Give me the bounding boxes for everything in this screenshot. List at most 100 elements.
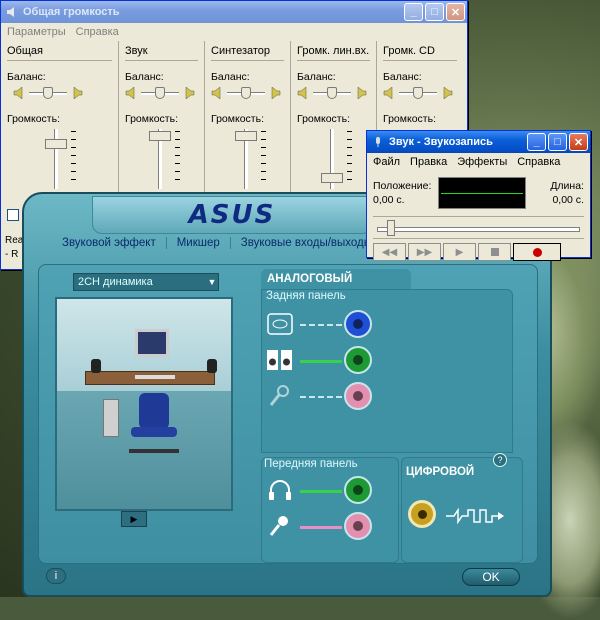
monitor-image [135, 329, 169, 357]
menu-parameters[interactable]: Параметры [7, 26, 66, 38]
balance-label: Баланс: [211, 71, 250, 83]
left-speaker-image [91, 359, 101, 373]
play-button[interactable]: ▶ [443, 243, 476, 261]
line-out-connector [300, 360, 342, 363]
balance-label: Баланс: [7, 71, 46, 83]
help-button[interactable]: ? [493, 453, 507, 467]
volume-slider[interactable] [43, 129, 76, 189]
digital-title: ЦИФРОВОЙ [406, 466, 475, 478]
left-speaker-icon [383, 87, 393, 99]
close-button[interactable]: ✕ [446, 3, 465, 21]
mic-jack-pink[interactable] [344, 382, 372, 410]
volume-title-bar[interactable]: Общая громкость _ □ ✕ [1, 1, 467, 23]
menu-bar: Файл Правка Эффекты Справка [367, 153, 590, 171]
balance-label: Баланс: [125, 71, 164, 83]
right-speaker-icon [73, 87, 83, 99]
digital-signal-icon [446, 507, 506, 527]
sound-recorder-window: Звук - Звукозапись _ □ ✕ Файл Правка Эфф… [366, 130, 591, 261]
close-button[interactable]: ✕ [569, 133, 588, 151]
volume-slider[interactable] [233, 129, 266, 189]
front-mic-connector [300, 526, 342, 529]
stop-button[interactable] [478, 243, 511, 261]
seek-slider[interactable] [373, 217, 584, 239]
column-header: Громк. CD [383, 45, 457, 61]
ok-label: OK [482, 570, 500, 584]
tab-bar: Звуковой эффект Микшер Звуковые входы/вы… [52, 232, 382, 254]
speakers-icon [266, 346, 294, 374]
length-value: 0,00 с. [552, 194, 584, 206]
balance-slider[interactable] [227, 87, 265, 99]
column-header: Звук [125, 45, 198, 61]
record-button[interactable] [513, 243, 561, 261]
right-speaker-icon [443, 87, 453, 99]
info-label: i [54, 570, 58, 582]
left-speaker-icon [13, 87, 23, 99]
column-header: Общая [7, 45, 112, 61]
position-readout: Положение: 0,00 с. [373, 175, 434, 207]
menu-edit[interactable]: Правка [410, 156, 447, 168]
speaker-config-dropdown[interactable]: 2CH динамика ▼ [73, 273, 219, 291]
recorder-title-bar[interactable]: Звук - Звукозапись _ □ ✕ [367, 131, 590, 153]
menu-help[interactable]: Справка [76, 26, 119, 38]
io-panel: АНАЛОГОВЫЙ Задняя панель Передняя панель… [261, 269, 531, 563]
waveform-display [438, 177, 527, 209]
volume-label: Громкость: [7, 113, 60, 125]
balance-label: Баланс: [383, 71, 422, 83]
mute-checkbox[interactable] [7, 209, 19, 221]
tab-mixer[interactable]: Микшер [167, 237, 231, 249]
left-speaker-icon [211, 87, 221, 99]
front-headphone-jack-green[interactable] [344, 476, 372, 504]
balance-slider[interactable] [399, 87, 437, 99]
main-panel: 2CH динамика ▼ ▶ АНАЛОГОВЫЙ Задняя панел… [38, 264, 538, 564]
balance-slider[interactable] [29, 87, 67, 99]
column-header: Громк. лин.вх. [297, 45, 370, 61]
seek-start-button[interactable]: ◀◀ [373, 243, 406, 261]
mic-connector [300, 396, 342, 399]
tab-sound-effect[interactable]: Звуковой эффект [52, 237, 167, 249]
pc-tower-image [103, 399, 119, 437]
chevron-down-icon: ▼ [207, 277, 217, 287]
logo-panel: ASUS [92, 196, 372, 234]
maximize-button[interactable]: □ [425, 3, 444, 21]
column-header: Синтезатор [211, 45, 284, 61]
record-icon [532, 247, 542, 257]
front-panel-section: Передняя панель [261, 457, 399, 563]
ok-button[interactable]: OK [462, 568, 520, 586]
spdif-coax-jack[interactable] [408, 500, 436, 528]
right-speaker-icon [271, 87, 281, 99]
headphone-connector [300, 490, 342, 493]
position-label: Положение: [373, 180, 432, 192]
maximize-button[interactable]: □ [548, 133, 567, 151]
digital-section: ЦИФРОВОЙ [401, 457, 523, 563]
position-value: 0,00 с. [373, 194, 405, 206]
menu-file[interactable]: Файл [373, 156, 400, 168]
line-in-icon [266, 310, 294, 338]
seek-end-button[interactable]: ▶▶ [408, 243, 441, 261]
tab-audio-io[interactable]: Звуковые входы/выходы [231, 237, 382, 249]
headphones-icon [266, 476, 294, 504]
length-label: Длина: [550, 180, 584, 192]
menu-effects[interactable]: Эффекты [457, 156, 507, 168]
length-readout: Длина: 0,00 с. [530, 175, 584, 207]
volume-slider[interactable] [319, 129, 352, 189]
chair-image [139, 393, 169, 429]
right-speaker-icon [185, 87, 195, 99]
left-speaker-icon [297, 87, 307, 99]
right-speaker-image [207, 359, 217, 373]
line-in-connector [300, 324, 342, 327]
minimize-button[interactable]: _ [404, 3, 423, 21]
analog-title: АНАЛОГОВЫЙ [267, 273, 353, 285]
line-out-jack-green[interactable] [344, 346, 372, 374]
speaker-config-value: 2CH динамика [78, 276, 153, 288]
volume-slider[interactable] [147, 129, 180, 189]
minimize-button[interactable]: _ [527, 133, 546, 151]
test-play-button[interactable]: ▶ [121, 511, 147, 527]
menu-help[interactable]: Справка [517, 156, 560, 168]
balance-slider[interactable] [141, 87, 179, 99]
line-in-jack-blue[interactable] [344, 310, 372, 338]
balance-slider[interactable] [313, 87, 351, 99]
analog-section: Задняя панель [261, 289, 513, 453]
front-mic-jack-pink[interactable] [344, 512, 372, 540]
microphone-icon [371, 135, 385, 149]
info-button[interactable]: i [46, 568, 66, 584]
